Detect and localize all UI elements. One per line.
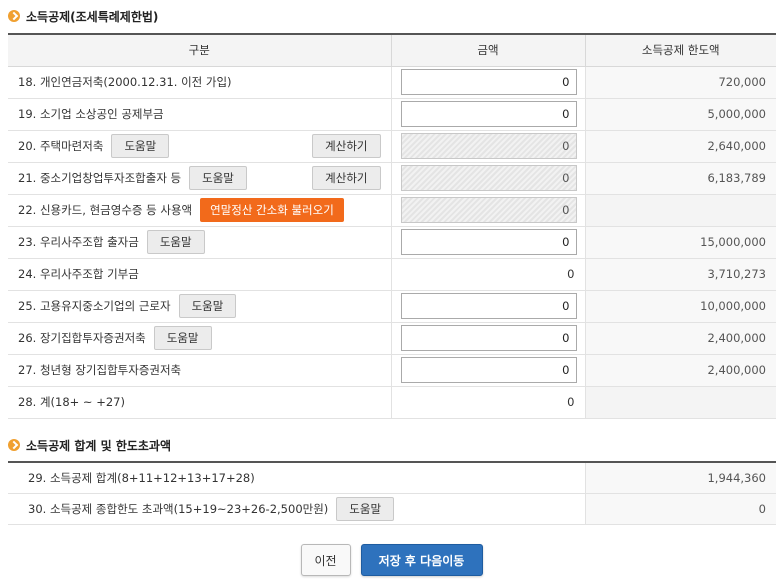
table-row: 27. 청년형 장기집합투자증권저축 0 2,400,000 <box>8 354 776 387</box>
limit-value: 5,000,000 <box>584 98 776 131</box>
amount-input-20: 0 <box>400 133 577 159</box>
row-label: 27. 청년형 장기집합투자증권저축 <box>18 363 182 377</box>
table-row: 25. 고용유지중소기업의 근로자 도움말 0 10,000,000 <box>8 290 776 323</box>
load-simplified-data-button[interactable]: 연말정산 간소화 불러오기 <box>200 198 344 222</box>
section-title-text: 소득공제 합계 및 한도초과액 <box>26 438 172 453</box>
footer-actions: 이전 저장 후 다음이동 <box>0 544 783 576</box>
help-button-20[interactable]: 도움말 <box>111 134 170 158</box>
help-button-21[interactable]: 도움말 <box>189 166 247 190</box>
row-label: 30. 소득공제 종합한도 초과액(15+19~23+26-2,500만원) <box>28 501 329 516</box>
help-button-30[interactable]: 도움말 <box>336 496 395 521</box>
section-title-income-deduction: 소득공제(조세특례제한법) <box>8 7 158 25</box>
table-row: 21. 중소기업창업투자조합출자 등 도움말 계산하기 0 6,183,789 <box>8 162 776 195</box>
limit-value: 2,640,000 <box>584 130 776 163</box>
limit-value: 720,000 <box>584 66 776 99</box>
limit-value: 3,710,273 <box>584 258 776 291</box>
row-label: 25. 고용유지중소기업의 근로자 <box>18 299 171 313</box>
section-title-text: 소득공제(조세특례제한법) <box>26 9 159 24</box>
table-row: 19. 소기업 소상공인 공제부금 0 5,000,000 <box>8 98 776 131</box>
row-label: 28. 계(18+ ~ +27) <box>18 395 125 409</box>
help-button-26[interactable]: 도움말 <box>153 326 212 350</box>
calculate-button-20[interactable]: 계산하기 <box>312 134 381 158</box>
amount-input-27[interactable]: 0 <box>400 357 577 383</box>
previous-button[interactable]: 이전 <box>300 544 351 576</box>
limit-value <box>584 194 776 227</box>
help-button-23[interactable]: 도움말 <box>146 230 205 254</box>
limit-value: 6,183,789 <box>584 162 776 195</box>
header-amount: 금액 <box>390 34 585 67</box>
summary-table: 29. 소득공제 합계(8+11+12+13+17+28) 1,944,360 … <box>8 461 776 525</box>
limit-value: 10,000,000 <box>584 290 776 323</box>
row-label: 19. 소기업 소상공인 공제부금 <box>18 107 164 121</box>
table-row: 29. 소득공제 합계(8+11+12+13+17+28) 1,944,360 <box>8 462 776 494</box>
calculate-button-21[interactable]: 계산하기 <box>312 166 381 190</box>
deduction-table: 구분 금액 소득공제 한도액 18. 개인연금저축(2000.12.31. 이전… <box>8 33 776 419</box>
chevron-right-icon <box>8 439 20 451</box>
limit-value: 2,400,000 <box>584 354 776 387</box>
amount-value-24: 0 <box>567 267 575 281</box>
limit-value: 15,000,000 <box>584 226 776 259</box>
amount-input-25[interactable]: 0 <box>400 293 577 319</box>
amount-input-18[interactable]: 0 <box>400 69 577 95</box>
save-and-next-button[interactable]: 저장 후 다음이동 <box>360 544 483 576</box>
table-row: 26. 장기집합투자증권저축 도움말 0 2,400,000 <box>8 322 776 355</box>
section-title-deduction-total: 소득공제 합계 및 한도초과액 <box>8 436 171 454</box>
table-header-row: 구분 금액 소득공제 한도액 <box>8 34 776 67</box>
table-row: 28. 계(18+ ~ +27) 0 <box>8 386 776 419</box>
row-label: 18. 개인연금저축(2000.12.31. 이전 가입) <box>18 75 232 89</box>
row-label: 21. 중소기업창업투자조합출자 등 <box>18 171 182 185</box>
amount-value-28: 0 <box>567 395 575 409</box>
table-row: 23. 우리사주조합 출자금 도움말 0 15,000,000 <box>8 226 776 259</box>
summary-value: 0 <box>584 493 776 525</box>
row-label: 24. 우리사주조합 기부금 <box>18 267 139 281</box>
amount-input-23[interactable]: 0 <box>400 229 577 255</box>
table-row: 22. 신용카드, 현금영수증 등 사용액 연말정산 간소화 불러오기 0 <box>8 194 776 227</box>
amount-input-26[interactable]: 0 <box>400 325 577 351</box>
header-limit: 소득공제 한도액 <box>584 34 776 67</box>
row-label: 29. 소득공제 합계(8+11+12+13+17+28) <box>28 470 255 485</box>
row-label: 23. 우리사주조합 출자금 <box>18 235 139 249</box>
chevron-right-icon <box>8 10 20 22</box>
summary-value: 1,944,360 <box>584 462 776 494</box>
help-button-25[interactable]: 도움말 <box>178 294 237 318</box>
limit-value <box>584 386 776 419</box>
amount-input-21: 0 <box>400 165 577 191</box>
header-category: 구분 <box>8 34 391 67</box>
row-label: 26. 장기집합투자증권저축 <box>18 331 146 345</box>
amount-input-22: 0 <box>400 197 577 223</box>
table-row: 30. 소득공제 종합한도 초과액(15+19~23+26-2,500만원) 도… <box>8 493 776 525</box>
row-label: 22. 신용카드, 현금영수증 등 사용액 <box>18 203 193 217</box>
limit-value: 2,400,000 <box>584 322 776 355</box>
table-row: 20. 주택마련저축 도움말 계산하기 0 2,640,000 <box>8 130 776 163</box>
amount-input-19[interactable]: 0 <box>400 101 577 127</box>
table-row: 18. 개인연금저축(2000.12.31. 이전 가입) 0 720,000 <box>8 66 776 99</box>
row-label: 20. 주택마련저축 <box>18 139 104 153</box>
table-row: 24. 우리사주조합 기부금 0 3,710,273 <box>8 258 776 291</box>
